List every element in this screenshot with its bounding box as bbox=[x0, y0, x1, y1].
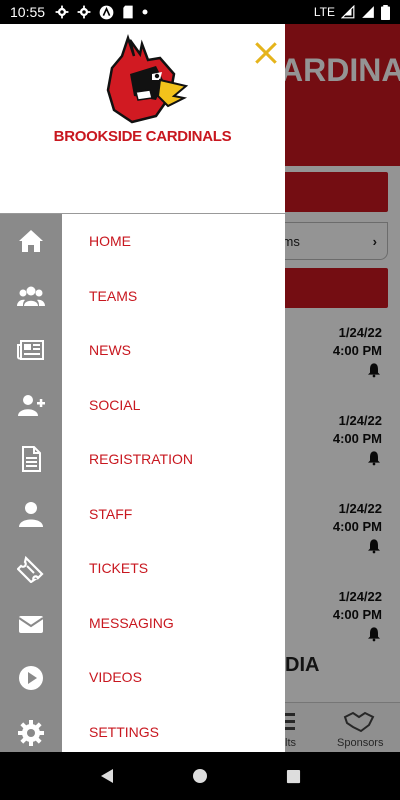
menu-item-registration[interactable]: REGISTRATION bbox=[62, 432, 285, 486]
home-button[interactable] bbox=[188, 764, 212, 788]
sd-card-icon bbox=[123, 5, 133, 19]
back-icon bbox=[100, 769, 113, 783]
menu-item-videos[interactable]: VIDEOS bbox=[62, 650, 285, 704]
menu-item-teams[interactable]: TEAMS bbox=[62, 269, 285, 323]
group-icon[interactable] bbox=[16, 281, 46, 311]
menu-item-news[interactable]: NEWS bbox=[62, 323, 285, 377]
menu-item-home[interactable]: HOME bbox=[62, 214, 285, 268]
menu-item-settings[interactable]: SETTINGS bbox=[62, 705, 285, 759]
cardinal-logo bbox=[106, 34, 189, 124]
home-circle-icon bbox=[192, 769, 207, 783]
status-notification-icons bbox=[55, 5, 148, 20]
settings-icon bbox=[55, 5, 69, 19]
back-button[interactable] bbox=[95, 764, 119, 788]
status-time: 10:55 bbox=[10, 4, 46, 20]
navigation-drawer: BROOKSIDE CARDINALS HOME TEAMS NEWS SOCI… bbox=[0, 24, 285, 752]
home-icon[interactable] bbox=[16, 226, 46, 256]
envelope-icon[interactable] bbox=[16, 609, 46, 639]
add-user-icon[interactable] bbox=[16, 390, 46, 420]
recents-icon bbox=[286, 769, 300, 783]
battery-icon bbox=[381, 4, 390, 20]
play-icon[interactable] bbox=[16, 663, 46, 693]
gear-icon[interactable] bbox=[16, 718, 46, 748]
status-bar: 10:55 LTE bbox=[0, 0, 400, 24]
ticket-icon[interactable] bbox=[16, 554, 46, 584]
menu-item-staff[interactable]: STAFF bbox=[62, 487, 285, 541]
menu-item-messaging[interactable]: MESSAGING bbox=[62, 596, 285, 650]
menu-item-social[interactable]: SOCIAL bbox=[62, 378, 285, 432]
drawer-header: BROOKSIDE CARDINALS bbox=[0, 24, 285, 214]
document-icon[interactable] bbox=[16, 444, 46, 474]
screen: 10:55 LTE ARDINALS orms › 1/24/22 4:00 P… bbox=[0, 0, 400, 800]
drawer-menu: HOME TEAMS NEWS SOCIAL REGISTRATION STAF… bbox=[62, 214, 285, 752]
status-right: LTE bbox=[313, 4, 390, 20]
recents-button[interactable] bbox=[281, 764, 305, 788]
a-icon bbox=[99, 5, 114, 19]
icon-rail bbox=[0, 214, 62, 752]
close-icon[interactable] bbox=[253, 40, 279, 66]
newspaper-icon[interactable] bbox=[16, 335, 46, 365]
dot-icon bbox=[142, 9, 148, 15]
menu-item-tickets[interactable]: TICKETS bbox=[62, 541, 285, 595]
signal-icon bbox=[362, 6, 374, 18]
person-icon[interactable] bbox=[16, 499, 46, 529]
wifi-icon bbox=[341, 5, 355, 19]
school-name: BROOKSIDE CARDINALS bbox=[53, 128, 232, 145]
network-label: LTE bbox=[313, 5, 335, 19]
system-nav-bar bbox=[0, 752, 400, 800]
settings-icon bbox=[77, 5, 91, 19]
